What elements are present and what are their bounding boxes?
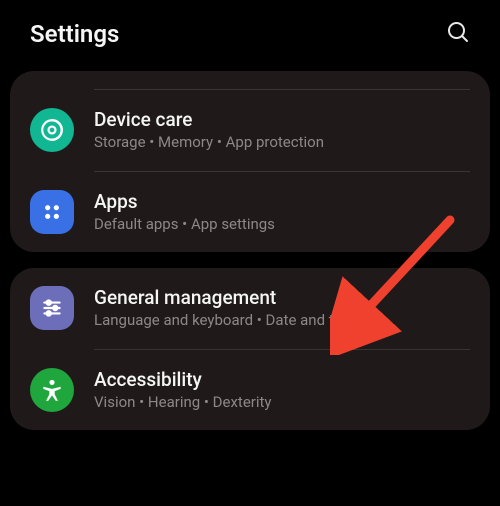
row-title: General management	[94, 286, 470, 309]
row-accessibility[interactable]: Accessibility Vision • Hearing • Dexteri…	[10, 350, 490, 431]
row-subtitle: Default apps • App settings	[94, 215, 470, 235]
row-device-care[interactable]: Device care Storage • Memory • App prote…	[10, 90, 490, 171]
row-title: Accessibility	[94, 368, 470, 391]
settings-group-2: General management Language and keyboard…	[10, 268, 490, 430]
device-care-icon	[30, 108, 74, 152]
header: Settings	[0, 0, 500, 71]
row-general-management[interactable]: General management Language and keyboard…	[10, 268, 490, 349]
row-title: Device care	[94, 108, 470, 131]
apps-icon	[30, 190, 74, 234]
general-management-icon	[30, 286, 74, 330]
page-title: Settings	[30, 20, 119, 48]
row-title: Apps	[94, 190, 470, 213]
row-text: Accessibility Vision • Hearing • Dexteri…	[94, 368, 470, 413]
row-subtitle: Storage • Memory • App protection	[94, 133, 470, 153]
row-subtitle: Vision • Hearing • Dexterity	[94, 393, 470, 413]
row-apps[interactable]: Apps Default apps • App settings	[10, 172, 490, 253]
row-text: Apps Default apps • App settings	[94, 190, 470, 235]
search-button[interactable]	[440, 14, 476, 53]
row-subtitle: Language and keyboard • Date and time	[94, 311, 470, 331]
search-icon	[446, 20, 470, 47]
settings-group-1: Device care Storage • Memory • App prote…	[10, 71, 490, 252]
accessibility-icon	[30, 368, 74, 412]
row-text: Device care Storage • Memory • App prote…	[94, 108, 470, 153]
row-text: General management Language and keyboard…	[94, 286, 470, 331]
